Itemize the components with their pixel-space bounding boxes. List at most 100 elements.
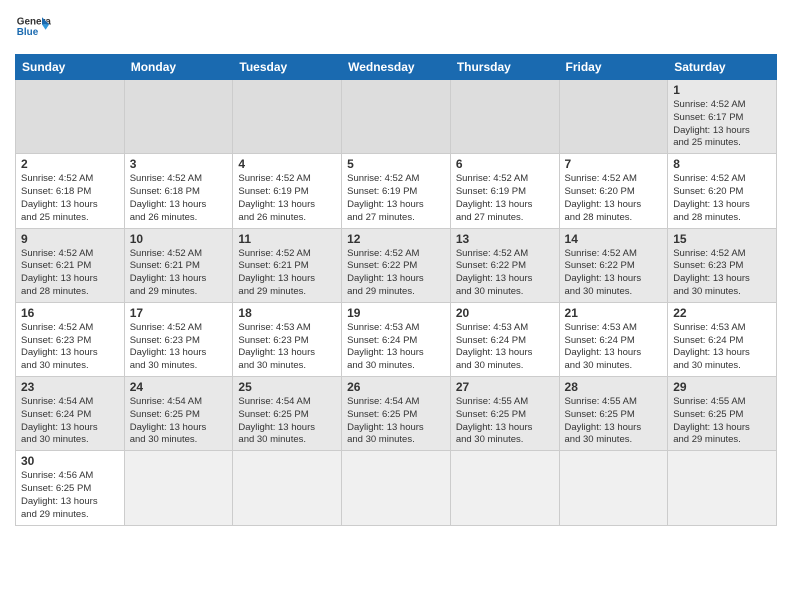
- day-number: 1: [673, 83, 771, 97]
- logo-icon: General Blue: [15, 10, 51, 46]
- calendar-cell: 28Sunrise: 4:55 AMSunset: 6:25 PMDayligh…: [559, 377, 668, 451]
- weekday-header-saturday: Saturday: [668, 55, 777, 80]
- day-number: 20: [456, 306, 554, 320]
- day-info: Sunrise: 4:52 AMSunset: 6:22 PMDaylight:…: [456, 248, 554, 299]
- day-info: Sunrise: 4:53 AMSunset: 6:24 PMDaylight:…: [456, 322, 554, 373]
- day-info: Sunrise: 4:53 AMSunset: 6:24 PMDaylight:…: [347, 322, 445, 373]
- day-number: 12: [347, 232, 445, 246]
- day-number: 5: [347, 157, 445, 171]
- weekday-header-wednesday: Wednesday: [342, 55, 451, 80]
- day-number: 30: [21, 454, 119, 468]
- weekday-header-tuesday: Tuesday: [233, 55, 342, 80]
- day-number: 24: [130, 380, 228, 394]
- day-info: Sunrise: 4:53 AMSunset: 6:24 PMDaylight:…: [565, 322, 663, 373]
- day-info: Sunrise: 4:55 AMSunset: 6:25 PMDaylight:…: [673, 396, 771, 447]
- calendar-cell: [559, 80, 668, 154]
- day-number: 6: [456, 157, 554, 171]
- day-info: Sunrise: 4:54 AMSunset: 6:24 PMDaylight:…: [21, 396, 119, 447]
- calendar-cell: 8 Sunrise: 4:52 AMSunset: 6:20 PMDaylight…: [668, 154, 777, 228]
- day-info: Sunrise: 4:52 AMSunset: 6:23 PMDaylight:…: [130, 322, 228, 373]
- svg-text:Blue: Blue: [17, 27, 39, 38]
- day-number: 7: [565, 157, 663, 171]
- day-number: 17: [130, 306, 228, 320]
- week-row-4: 23Sunrise: 4:54 AMSunset: 6:24 PMDayligh…: [16, 377, 777, 451]
- day-info: Sunrise: 4:54 AMSunset: 6:25 PMDaylight:…: [347, 396, 445, 447]
- day-number: 18: [238, 306, 336, 320]
- calendar-cell: 20 Sunrise: 4:53 AMSunset: 6:24 PMDayligh…: [450, 302, 559, 376]
- day-info: Sunrise: 4:52 AMSunset: 6:20 PMDaylight:…: [673, 173, 771, 224]
- week-row-0: 1 Sunrise: 4:52 AMSunset: 6:17 PMDaylight…: [16, 80, 777, 154]
- day-number: 14: [565, 232, 663, 246]
- day-info: Sunrise: 4:52 AMSunset: 6:19 PMDaylight:…: [456, 173, 554, 224]
- calendar-cell: 25 Sunrise: 4:54 AMSunset: 6:25 PMDayligh…: [233, 377, 342, 451]
- calendar-cell: 21Sunrise: 4:53 AMSunset: 6:24 PMDayligh…: [559, 302, 668, 376]
- calendar-cell: 30 Sunrise: 4:56 AMSunset: 6:25 PMDayligh…: [16, 451, 125, 525]
- weekday-header-row: SundayMondayTuesdayWednesdayThursdayFrid…: [16, 55, 777, 80]
- header: General Blue: [15, 10, 777, 46]
- calendar-cell: 4Sunrise: 4:52 AMSunset: 6:19 PMDaylight…: [233, 154, 342, 228]
- weekday-header-friday: Friday: [559, 55, 668, 80]
- day-info: Sunrise: 4:52 AMSunset: 6:19 PMDaylight:…: [347, 173, 445, 224]
- calendar-cell: [559, 451, 668, 525]
- day-number: 27: [456, 380, 554, 394]
- day-info: Sunrise: 4:53 AMSunset: 6:23 PMDaylight:…: [238, 322, 336, 373]
- calendar-cell: 29Sunrise: 4:55 AMSunset: 6:25 PMDayligh…: [668, 377, 777, 451]
- day-info: Sunrise: 4:52 AMSunset: 6:18 PMDaylight:…: [21, 173, 119, 224]
- calendar-cell: [233, 451, 342, 525]
- calendar-cell: 14Sunrise: 4:52 AMSunset: 6:22 PMDayligh…: [559, 228, 668, 302]
- day-info: Sunrise: 4:52 AMSunset: 6:21 PMDaylight:…: [21, 248, 119, 299]
- calendar-cell: [342, 451, 451, 525]
- calendar: SundayMondayTuesdayWednesdayThursdayFrid…: [15, 54, 777, 526]
- calendar-cell: 2Sunrise: 4:52 AMSunset: 6:18 PMDaylight…: [16, 154, 125, 228]
- weekday-header-monday: Monday: [124, 55, 233, 80]
- calendar-cell: [450, 80, 559, 154]
- day-number: 19: [347, 306, 445, 320]
- logo: General Blue: [15, 10, 51, 46]
- calendar-cell: 22 Sunrise: 4:53 AMSunset: 6:24 PMDayligh…: [668, 302, 777, 376]
- day-info: Sunrise: 4:52 AMSunset: 6:23 PMDaylight:…: [21, 322, 119, 373]
- calendar-cell: 6 Sunrise: 4:52 AMSunset: 6:19 PMDaylight…: [450, 154, 559, 228]
- calendar-cell: 15Sunrise: 4:52 AMSunset: 6:23 PMDayligh…: [668, 228, 777, 302]
- day-info: Sunrise: 4:52 AMSunset: 6:23 PMDaylight:…: [673, 248, 771, 299]
- calendar-cell: [450, 451, 559, 525]
- calendar-cell: 19 Sunrise: 4:53 AMSunset: 6:24 PMDayligh…: [342, 302, 451, 376]
- day-info: Sunrise: 4:52 AMSunset: 6:17 PMDaylight:…: [673, 99, 771, 150]
- day-info: Sunrise: 4:52 AMSunset: 6:20 PMDaylight:…: [565, 173, 663, 224]
- day-info: Sunrise: 4:53 AMSunset: 6:24 PMDaylight:…: [673, 322, 771, 373]
- calendar-cell: [668, 451, 777, 525]
- week-row-5: 30 Sunrise: 4:56 AMSunset: 6:25 PMDayligh…: [16, 451, 777, 525]
- day-info: Sunrise: 4:52 AMSunset: 6:22 PMDaylight:…: [347, 248, 445, 299]
- calendar-cell: 18 Sunrise: 4:53 AMSunset: 6:23 PMDayligh…: [233, 302, 342, 376]
- day-info: Sunrise: 4:54 AMSunset: 6:25 PMDaylight:…: [130, 396, 228, 447]
- day-number: 25: [238, 380, 336, 394]
- day-number: 11: [238, 232, 336, 246]
- day-info: Sunrise: 4:54 AMSunset: 6:25 PMDaylight:…: [238, 396, 336, 447]
- day-number: 8: [673, 157, 771, 171]
- calendar-cell: 1 Sunrise: 4:52 AMSunset: 6:17 PMDaylight…: [668, 80, 777, 154]
- calendar-cell: 26 Sunrise: 4:54 AMSunset: 6:25 PMDayligh…: [342, 377, 451, 451]
- day-info: Sunrise: 4:52 AMSunset: 6:21 PMDaylight:…: [130, 248, 228, 299]
- calendar-cell: 16 Sunrise: 4:52 AMSunset: 6:23 PMDayligh…: [16, 302, 125, 376]
- calendar-cell: 10Sunrise: 4:52 AMSunset: 6:21 PMDayligh…: [124, 228, 233, 302]
- calendar-cell: 24 Sunrise: 4:54 AMSunset: 6:25 PMDayligh…: [124, 377, 233, 451]
- page: General Blue SundayMondayTuesdayWednesda…: [0, 0, 792, 541]
- day-number: 3: [130, 157, 228, 171]
- calendar-cell: [124, 80, 233, 154]
- calendar-cell: [233, 80, 342, 154]
- day-number: 4: [238, 157, 336, 171]
- calendar-cell: 3 Sunrise: 4:52 AMSunset: 6:18 PMDaylight…: [124, 154, 233, 228]
- day-info: Sunrise: 4:56 AMSunset: 6:25 PMDaylight:…: [21, 470, 119, 521]
- calendar-cell: 12 Sunrise: 4:52 AMSunset: 6:22 PMDayligh…: [342, 228, 451, 302]
- day-info: Sunrise: 4:52 AMSunset: 6:21 PMDaylight:…: [238, 248, 336, 299]
- day-number: 26: [347, 380, 445, 394]
- week-row-2: 9Sunrise: 4:52 AMSunset: 6:21 PMDaylight…: [16, 228, 777, 302]
- day-number: 22: [673, 306, 771, 320]
- day-number: 16: [21, 306, 119, 320]
- calendar-cell: 9Sunrise: 4:52 AMSunset: 6:21 PMDaylight…: [16, 228, 125, 302]
- weekday-header-sunday: Sunday: [16, 55, 125, 80]
- day-info: Sunrise: 4:52 AMSunset: 6:18 PMDaylight:…: [130, 173, 228, 224]
- calendar-cell: 5 Sunrise: 4:52 AMSunset: 6:19 PMDaylight…: [342, 154, 451, 228]
- calendar-cell: 13 Sunrise: 4:52 AMSunset: 6:22 PMDayligh…: [450, 228, 559, 302]
- day-number: 13: [456, 232, 554, 246]
- calendar-cell: [342, 80, 451, 154]
